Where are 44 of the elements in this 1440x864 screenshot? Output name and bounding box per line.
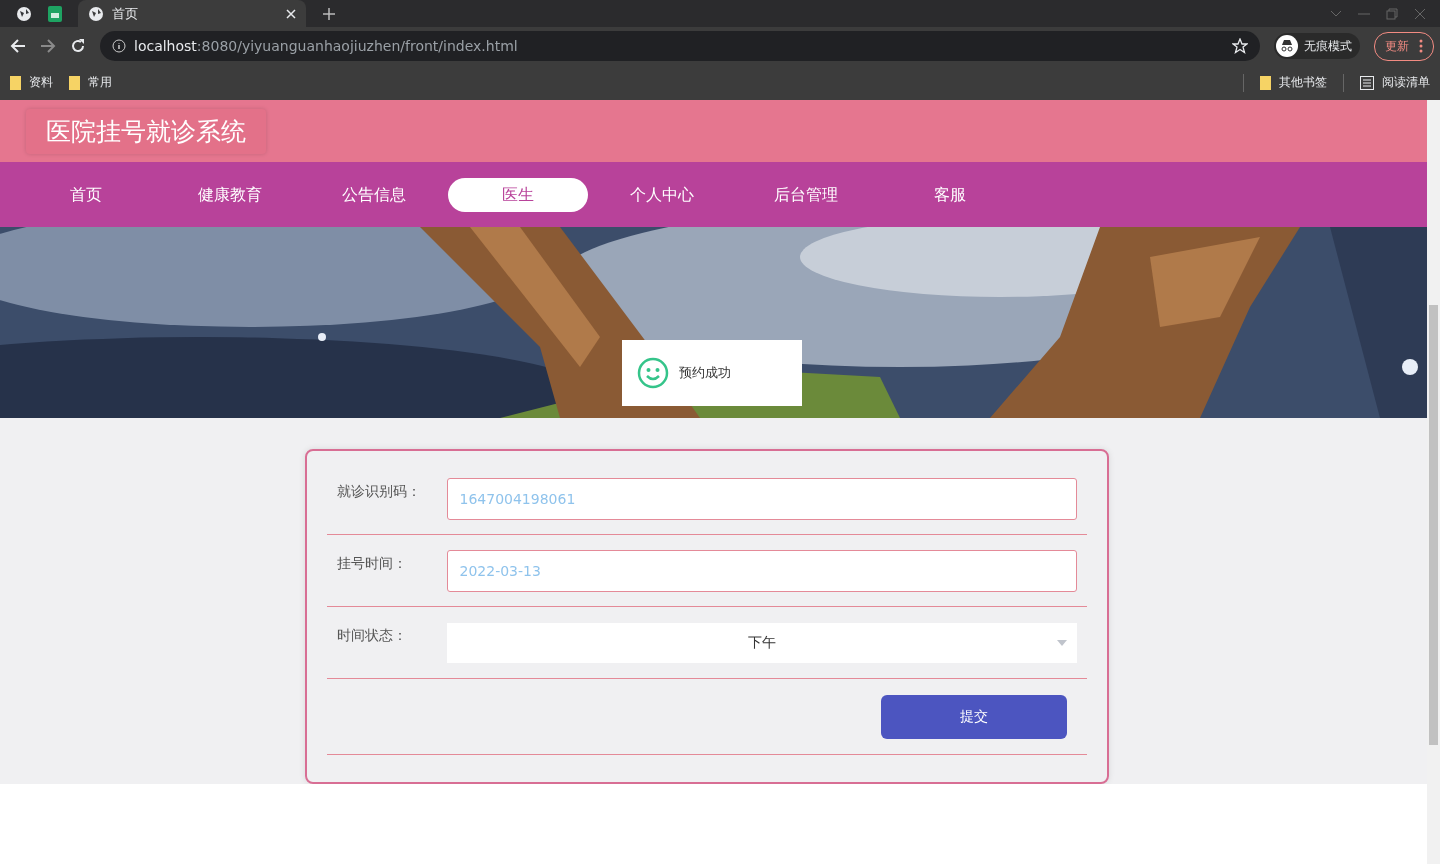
globe-icon — [88, 5, 104, 22]
incognito-badge[interactable]: 无痕模式 — [1274, 33, 1360, 59]
list-icon — [1360, 75, 1374, 90]
field-label: 挂号时间： — [336, 555, 408, 573]
field-label: 时间状态： — [336, 627, 408, 645]
bookmark-item[interactable]: 阅读清单 — [1360, 74, 1430, 91]
plus-icon[interactable] — [322, 6, 336, 21]
star-icon[interactable] — [1232, 38, 1248, 54]
back-icon[interactable] — [10, 38, 26, 54]
folder-icon — [1260, 75, 1271, 90]
nav-tab[interactable]: 后台管理 — [736, 177, 876, 212]
folder-icon — [69, 75, 80, 90]
smiley-icon — [637, 357, 669, 389]
select-field[interactable]: 下午 — [446, 622, 1077, 663]
address-bar[interactable]: localhost:8080/yiyuanguanhaojiuzhen/front/index.html — [100, 31, 1260, 61]
nav-tab[interactable]: 健康教育 — [160, 177, 300, 212]
nav-tab[interactable]: 首页 — [16, 177, 156, 212]
folder-icon — [10, 75, 21, 90]
incognito-label: 无痕模式 — [1304, 37, 1352, 55]
toast-message: 预约成功 — [679, 364, 731, 382]
globe-icon[interactable] — [16, 5, 32, 22]
bookmark-item[interactable]: 资料 — [10, 74, 53, 91]
bookmark-item[interactable]: 其他书签 — [1260, 74, 1327, 91]
field-label: 就诊识别码： — [336, 483, 422, 501]
caret-icon — [1056, 639, 1067, 646]
nav-tab[interactable]: 个人中心 — [592, 177, 732, 212]
incognito-icon — [1276, 35, 1298, 57]
more-icon — [1419, 39, 1423, 53]
nav-tab[interactable]: 公告信息 — [304, 177, 444, 212]
nav-tab[interactable]: 客服 — [880, 177, 1020, 212]
nav-tab[interactable]: 医生 — [448, 177, 588, 212]
reload-icon[interactable] — [70, 38, 86, 54]
chevron-down-icon[interactable] — [1330, 9, 1342, 18]
browser-tab[interactable]: 首页 — [78, 0, 306, 27]
spreadsheet-icon[interactable] — [48, 5, 62, 22]
info-icon — [112, 39, 126, 53]
url-text: localhost:8080/yiyuanguanhaojiuzhen/front/index.html — [134, 38, 518, 54]
bookmark-item[interactable]: 常用 — [69, 74, 112, 91]
site-title[interactable]: 医院挂号就诊系统 — [26, 108, 266, 154]
scrollbar[interactable] — [1427, 100, 1440, 864]
submit-button[interactable]: 提交 — [880, 694, 1067, 739]
tab-title: 首页 — [112, 4, 139, 23]
update-button[interactable]: 更新 — [1374, 31, 1434, 61]
forward-icon[interactable] — [40, 38, 56, 54]
